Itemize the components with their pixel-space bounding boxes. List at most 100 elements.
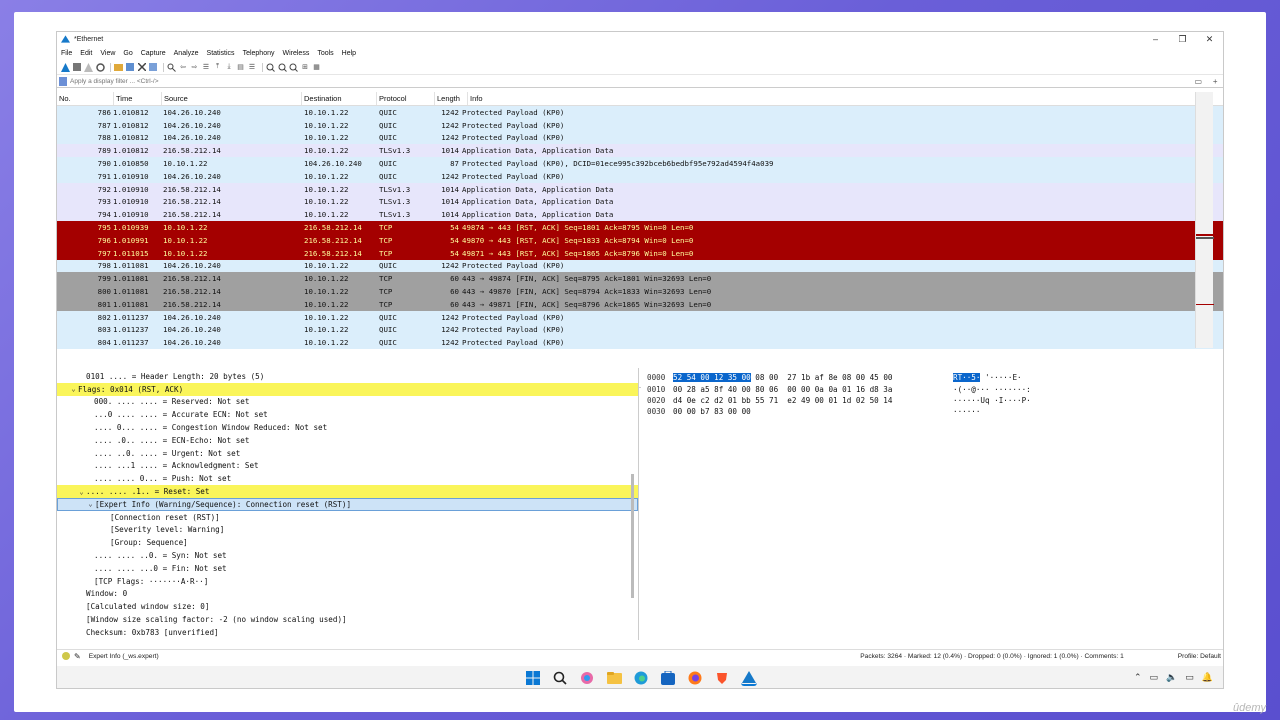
- detail-tree-row[interactable]: [TCP Flags: ·······A·R··]: [57, 575, 638, 588]
- notification-bell-icon[interactable]: 🔔: [1202, 672, 1213, 683]
- packet-row[interactable]: 788 1.010812 104.26.10.240 10.10.1.22 QUIC 12…: [57, 131, 1223, 145]
- stop-capture-icon[interactable]: [73, 63, 82, 72]
- search-icon[interactable]: [552, 670, 568, 686]
- detail-tree-row[interactable]: [Window size scaling factor: -2 (no wind…: [57, 613, 638, 626]
- ascii-values[interactable]: ······Uq ·I····P·: [953, 396, 1223, 405]
- packet-row[interactable]: 804 1.011237 104.26.10.240 10.10.1.22 QUIC 12…: [57, 336, 1223, 350]
- packet-row[interactable]: 802 1.011237 104.26.10.240 10.10.1.22 QUIC 12…: [57, 310, 1223, 324]
- reload-file-icon[interactable]: [149, 63, 158, 72]
- detail-tree-row[interactable]: [Calculated window size: 0]: [57, 600, 638, 613]
- copilot-icon[interactable]: [579, 670, 595, 686]
- edge-browser-icon[interactable]: [633, 670, 649, 686]
- packet-row[interactable]: 793 1.010910 216.58.212.14 10.10.1.22 TLSv1.…: [57, 195, 1223, 209]
- detail-tree-row[interactable]: .... .... 0... = Push: Not set: [57, 472, 638, 485]
- menu-tools[interactable]: Tools: [317, 50, 333, 57]
- status-profile[interactable]: Profile: Default: [1178, 653, 1221, 660]
- tree-expand-icon[interactable]: ⌄: [69, 385, 78, 393]
- microsoft-store-icon[interactable]: [660, 670, 676, 686]
- detail-tree-row[interactable]: Window: 0: [57, 588, 638, 601]
- add-filter-icon[interactable]: +: [1213, 77, 1218, 86]
- detail-tree-row[interactable]: .... 0... .... = Congestion Window Reduc…: [57, 421, 638, 434]
- packet-row[interactable]: 797 1.011015 10.10.1.22 216.58.212.14 TCP 54 4…: [57, 246, 1223, 260]
- detail-tree-row[interactable]: 000. .... .... = Reserved: Not set: [57, 396, 638, 409]
- detail-tree-row[interactable]: .... .... ..0. = Syn: Not set: [57, 549, 638, 562]
- column-header-protocol[interactable]: Protocol: [377, 92, 435, 105]
- close-button[interactable]: ✕: [1196, 34, 1223, 45]
- zoom-out-icon[interactable]: [278, 63, 287, 72]
- network-icon[interactable]: ▭: [1150, 672, 1159, 683]
- hex-values[interactable]: 00 28 a5 8f 40 00 80 06 00 00 0a 0a 01 1…: [673, 385, 953, 394]
- show-hidden-icons-icon[interactable]: ⌃: [1134, 672, 1142, 683]
- menu-capture[interactable]: Capture: [141, 50, 166, 57]
- detail-tree-row[interactable]: [Connection reset (RST)]: [57, 511, 638, 524]
- detail-tree-row[interactable]: [Group: Sequence]: [57, 536, 638, 549]
- detail-tree-row[interactable]: .... .... ...0 = Fin: Not set: [57, 562, 638, 575]
- open-file-icon[interactable]: [114, 63, 123, 72]
- close-file-icon[interactable]: [137, 63, 146, 72]
- restart-capture-icon[interactable]: [84, 62, 93, 72]
- brave-browser-icon[interactable]: [714, 670, 730, 686]
- first-packet-icon[interactable]: ⤒: [213, 63, 222, 72]
- ascii-values[interactable]: ······: [953, 407, 1223, 416]
- volume-icon[interactable]: 🔈: [1166, 672, 1177, 683]
- ascii-values[interactable]: ·(··@··· ·······:: [953, 385, 1223, 394]
- filter-dropdown-icon[interactable]: ▭: [1194, 77, 1202, 86]
- normal-size-icon[interactable]: [289, 63, 298, 72]
- hex-values[interactable]: 52 54 00 12 35 00 08 00 27 1b af 8e 08 0…: [673, 373, 953, 383]
- zoom-in-icon[interactable]: [266, 63, 275, 72]
- packet-row[interactable]: 792 1.010910 216.58.212.14 10.10.1.22 TLSv1.…: [57, 182, 1223, 196]
- expand-all-icon[interactable]: ▦: [312, 63, 321, 72]
- maximize-button[interactable]: ❐: [1169, 34, 1196, 45]
- column-header-destination[interactable]: Destination: [302, 92, 377, 105]
- packet-row[interactable]: 803 1.011237 104.26.10.240 10.10.1.22 QUIC 12…: [57, 323, 1223, 337]
- minimize-button[interactable]: –: [1142, 34, 1169, 45]
- detail-tree-row[interactable]: .... ...1 .... = Acknowledgment: Set: [57, 460, 638, 473]
- firefox-icon[interactable]: [687, 670, 703, 686]
- detail-tree-row[interactable]: ⌄ [Expert Info (Warning/Sequence): Connec…: [57, 497, 638, 511]
- save-file-icon[interactable]: [126, 63, 135, 72]
- go-forward-icon[interactable]: ⇨: [190, 63, 199, 72]
- battery-icon[interactable]: ▭: [1185, 672, 1194, 683]
- detail-tree-row[interactable]: .... .0.. .... = ECN-Echo: Not set: [57, 434, 638, 447]
- tree-expand-icon[interactable]: ⌄: [77, 488, 86, 496]
- column-header-no[interactable]: No.: [57, 92, 114, 105]
- menu-statistics[interactable]: Statistics: [207, 50, 235, 57]
- find-packet-icon[interactable]: [167, 63, 176, 72]
- detail-tree-row[interactable]: 0101 .... = Header Length: 20 bytes (5): [57, 370, 638, 383]
- autoscroll-icon[interactable]: ▤: [236, 63, 245, 72]
- menu-telephony[interactable]: Telephony: [243, 50, 275, 57]
- menu-file[interactable]: File: [61, 50, 72, 57]
- packet-row[interactable]: 786 1.010812 104.26.10.240 10.10.1.22 QUIC 12…: [57, 106, 1223, 119]
- menu-help[interactable]: Help: [342, 50, 356, 57]
- packet-row[interactable]: 789 1.010812 216.58.212.14 10.10.1.22 TLSv1.…: [57, 144, 1223, 158]
- hex-values[interactable]: 00 00 b7 83 00 00: [673, 407, 953, 416]
- packet-row[interactable]: 787 1.010812 104.26.10.240 10.10.1.22 QUIC 12…: [57, 118, 1223, 132]
- column-header-time[interactable]: Time: [114, 92, 162, 105]
- bookmark-icon[interactable]: [59, 76, 67, 86]
- start-capture-icon[interactable]: [61, 62, 70, 72]
- display-filter-input[interactable]: [70, 77, 1189, 85]
- capture-options-icon[interactable]: [95, 62, 105, 72]
- menu-go[interactable]: Go: [123, 50, 132, 57]
- last-packet-icon[interactable]: ⤓: [225, 63, 234, 72]
- detail-tree-row[interactable]: ...0 .... .... = Accurate ECN: Not set: [57, 408, 638, 421]
- menu-wireless[interactable]: Wireless: [282, 50, 309, 57]
- detail-tree-row[interactable]: ⌄ Flags: 0x014 (RST, ACK): [57, 382, 638, 396]
- wireshark-taskbar-icon[interactable]: [741, 670, 757, 686]
- go-back-icon[interactable]: ⇦: [179, 63, 188, 72]
- colorize-icon[interactable]: ☰: [248, 63, 257, 72]
- packet-row[interactable]: 801 1.011081 216.58.212.14 10.10.1.22 TCP 60 4…: [57, 297, 1223, 311]
- packet-minimap[interactable]: [1195, 92, 1214, 348]
- menu-analyze[interactable]: Analyze: [174, 50, 199, 57]
- edit-comment-icon[interactable]: ✎: [74, 652, 81, 661]
- packet-row[interactable]: 795 1.010939 10.10.1.22 216.58.212.14 TCP 54 4…: [57, 221, 1223, 234]
- go-to-packet-icon[interactable]: ☰: [202, 63, 211, 72]
- ascii-values[interactable]: RT··5· '·····E·: [953, 373, 1223, 383]
- windows-start-icon[interactable]: [525, 670, 541, 686]
- detail-tree-row[interactable]: Checksum: 0xb783 [unverified]: [57, 626, 638, 639]
- expert-info-status-icon[interactable]: [62, 652, 70, 660]
- detail-tree-row[interactable]: ⌄.... .... .1.. = Reset: Set: [57, 485, 638, 498]
- packet-row[interactable]: 799 1.011081 216.58.212.14 10.10.1.22 TCP 60 4…: [57, 272, 1223, 286]
- packet-row[interactable]: 798 1.011081 104.26.10.240 10.10.1.22 QUIC 12…: [57, 259, 1223, 273]
- file-explorer-icon[interactable]: [606, 670, 622, 686]
